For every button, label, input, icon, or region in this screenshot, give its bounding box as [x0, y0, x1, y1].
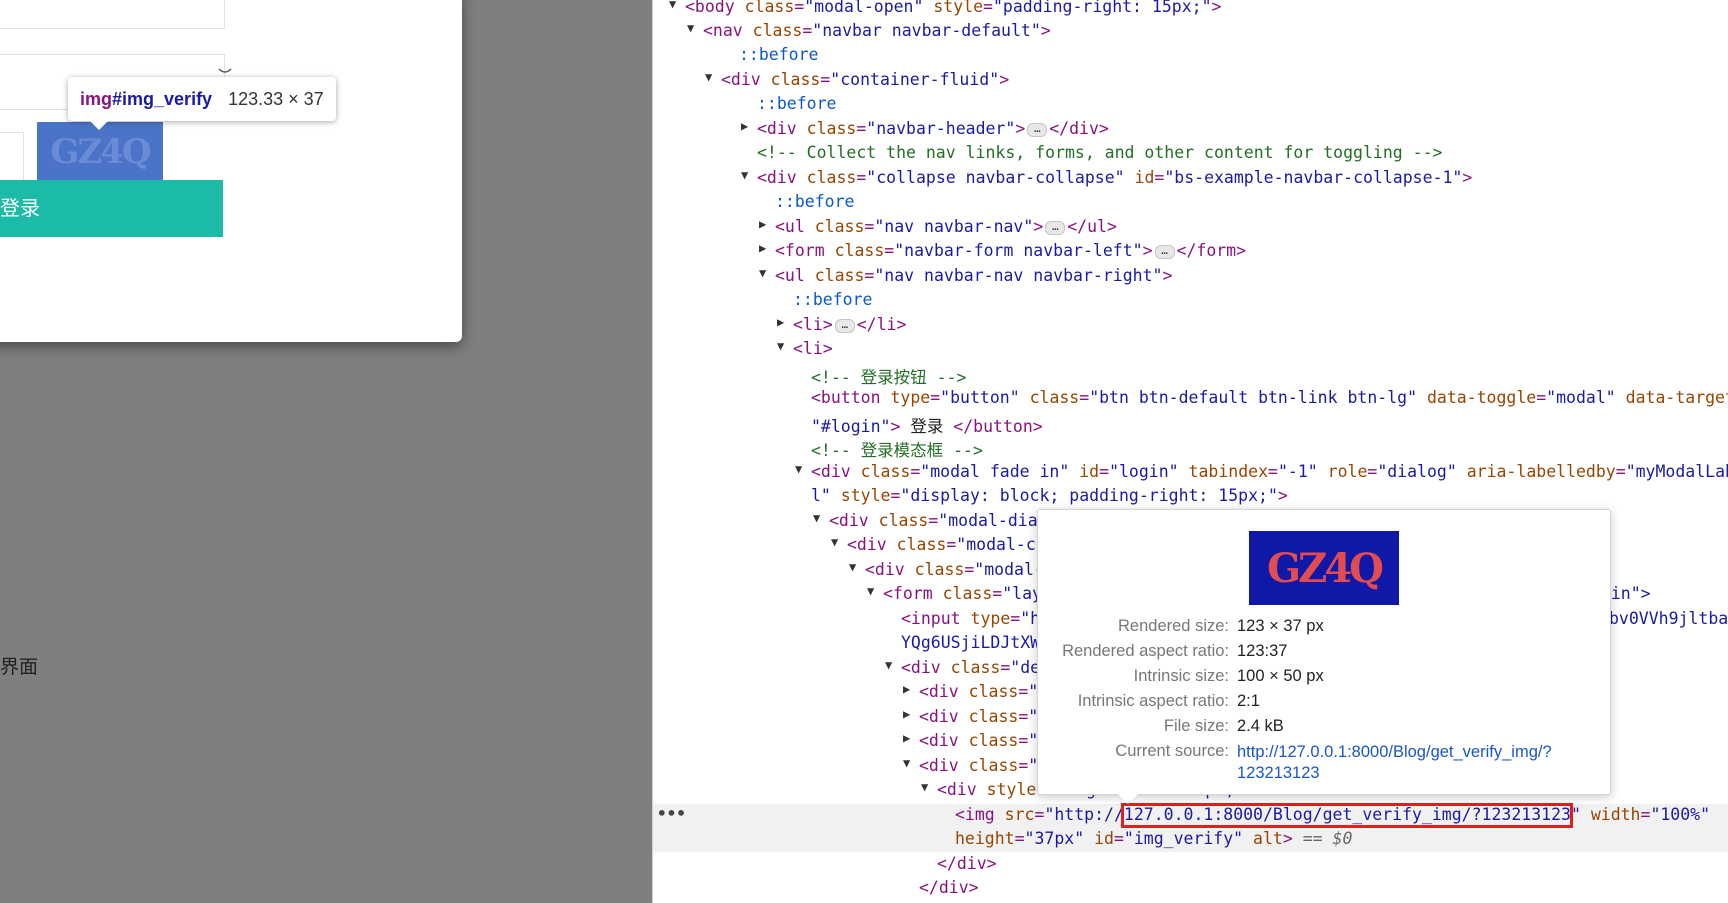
html-comment[interactable]: <!-- Collect the nav links, forms, and o… — [757, 143, 1442, 167]
collapse-arrow-icon[interactable]: ▼ — [867, 584, 874, 598]
dom-node-div[interactable]: ▶ <div class=" — [903, 707, 1038, 731]
dom-node-button[interactable]: <button type="button" class="btn btn-def… — [811, 388, 1728, 412]
dom-node-input-cont[interactable]: YQg6USjiLDJtXW — [901, 633, 1040, 657]
dom-node-input-tail: bv0VVh9jltbaG — [1609, 609, 1728, 628]
expand-arrow-icon[interactable]: ▶ — [777, 315, 784, 329]
dom-node-modal-content[interactable]: ▼ <div class="modal-c — [831, 535, 1036, 559]
expand-arrow-icon[interactable]: ▶ — [903, 682, 910, 696]
collapse-arrow-icon[interactable]: ▼ — [777, 339, 784, 353]
collapse-arrow-icon[interactable]: ▼ — [885, 658, 892, 672]
dom-node-div-de[interactable]: ▼ <div class="de — [885, 658, 1040, 682]
dom-node-navbar-collapse[interactable]: ▼ <div class="collapse navbar-collapse" … — [741, 168, 1472, 192]
dom-node-modal-dialog[interactable]: ▼ <div class="modal-dia — [813, 511, 1038, 535]
expand-arrow-icon[interactable]: ▶ — [903, 731, 910, 745]
dom-node-container-fluid[interactable]: ▼ <div class="container-fluid"> — [705, 70, 1009, 94]
html-comment[interactable]: <!-- 登录按钮 --> — [811, 364, 966, 388]
collapsed-content-ellipsis[interactable]: … — [1027, 122, 1048, 137]
popup-row: Intrinsic size: 100 × 50 px — [1133, 667, 1324, 685]
dom-node-modal-body[interactable]: ▼ <div class="modal- — [849, 560, 1044, 584]
page-side-text: 界面 — [0, 656, 39, 678]
popup-row: Rendered aspect ratio: 123:37 — [1062, 642, 1288, 660]
tooltip-size: 123.33 × 37 — [228, 88, 324, 109]
collapse-arrow-icon[interactable]: ▼ — [813, 511, 820, 525]
element-inspect-tooltip: img #img_verify 123.33 × 37 — [68, 77, 336, 130]
expand-arrow-icon[interactable]: ▶ — [759, 217, 766, 231]
pseudo-before[interactable]: ::before — [775, 192, 854, 216]
expand-arrow-icon[interactable]: ▶ — [741, 119, 748, 133]
popup-row: Intrinsic aspect ratio: 2:1 — [1077, 692, 1260, 710]
collapse-arrow-icon[interactable]: ▼ — [795, 462, 802, 476]
dom-node-div[interactable]: ▼ <div class=" — [903, 756, 1038, 780]
tooltip-tag: img — [80, 88, 113, 109]
collapse-arrow-icon[interactable]: ▼ — [705, 70, 712, 84]
html-comment[interactable]: <!-- 登录模态框 --> — [811, 437, 983, 461]
pseudo-before[interactable]: ::before — [793, 290, 872, 314]
dom-node-li[interactable]: ▼ <li> — [777, 339, 833, 363]
dom-node-button-cont[interactable]: "#login"> 登录 </button> — [811, 413, 1043, 437]
expand-arrow-icon[interactable]: ▶ — [903, 707, 910, 721]
dom-node-form-navbar-left[interactable]: ▶ <form class="navbar-form navbar-left">… — [759, 241, 1246, 265]
current-source-link[interactable]: http://127.0.0.1:8000/Blog/get_verify_im… — [1237, 742, 1597, 784]
dom-node-modal-login[interactable]: ▼ <div class="modal fade in" id="login" … — [795, 462, 1728, 486]
popup-row: File size: 2.4 kB — [1163, 717, 1284, 735]
eye-off-icon[interactable] — [218, 66, 232, 76]
dom-node-close-div[interactable]: </div> — [937, 854, 997, 878]
collapse-arrow-icon[interactable]: ▼ — [687, 21, 694, 35]
dom-node-li[interactable]: ▶ <li>… </li> — [777, 315, 906, 339]
dom-node-nav[interactable]: ▼ <nav class="navbar navbar-default"> — [687, 21, 1051, 45]
collapsed-content-ellipsis[interactable]: … — [1154, 244, 1175, 259]
dom-node-input-hidden[interactable]: <input type="h — [901, 609, 1040, 633]
collapsed-content-ellipsis[interactable]: … — [1045, 220, 1066, 235]
popup-row: Current source: http://127.0.0.1:8000/Blo… — [1038, 742, 1610, 782]
dom-node-ul-navbar-right[interactable]: ▼ <ul class="nav navbar-nav navbar-right… — [759, 266, 1172, 290]
pseudo-before[interactable]: ::before — [739, 45, 818, 69]
login-modal: GZ4Q 登录 — [0, 0, 462, 342]
captcha-image[interactable]: GZ4Q — [37, 122, 163, 182]
expand-arrow-icon[interactable]: ▶ — [759, 241, 766, 255]
collapse-arrow-icon[interactable]: ▼ — [849, 560, 856, 574]
dom-node-close-div[interactable]: </div> — [919, 878, 979, 902]
collapse-arrow-icon[interactable]: ▼ — [903, 756, 910, 770]
collapse-arrow-icon[interactable]: ▼ — [741, 168, 748, 182]
username-input[interactable] — [0, 0, 225, 29]
popup-image-preview: GZ4Q — [1249, 531, 1399, 605]
dom-node-modal-login-cont[interactable]: l" style="display: block; padding-right:… — [811, 486, 1288, 510]
captcha-text: GZ4Q — [50, 132, 151, 172]
dom-node-div[interactable]: ▶ <div class=" — [903, 682, 1038, 706]
dom-node-ul-navbar-nav[interactable]: ▶ <ul class="nav navbar-nav">… </ul> — [759, 217, 1117, 241]
popup-image-text: GZ4Q — [1266, 544, 1384, 592]
page-viewport: GZ4Q 登录 img #img_verify 123.33 × 37 界面 — [0, 0, 652, 903]
collapsed-content-ellipsis[interactable]: … — [834, 318, 855, 333]
dom-node-form[interactable]: ▼ <form class="lay — [867, 584, 1042, 608]
row-menu-button[interactable]: ••• — [657, 804, 686, 823]
image-preview-popup: GZ4Q Rendered size: 123 × 37 px Rendered … — [1037, 509, 1611, 804]
dom-node-navbar-header[interactable]: ▶ <div class="navbar-header">… </div> — [741, 119, 1109, 143]
dom-node-div[interactable]: ▶ <div class=" — [903, 731, 1038, 755]
pseudo-before[interactable]: ::before — [757, 94, 836, 118]
tooltip-id: #img_verify — [112, 88, 213, 109]
dom-node-body[interactable]: ▼ <body class="modal-open" style="paddin… — [669, 0, 1221, 21]
collapse-arrow-icon[interactable]: ▼ — [759, 266, 766, 280]
collapse-arrow-icon[interactable]: ▼ — [669, 0, 676, 11]
collapse-arrow-icon[interactable]: ▼ — [831, 535, 838, 549]
red-highlight-box — [1121, 803, 1573, 828]
devtools-elements-panel: ••• ▼ <body class="modal-open" style="pa… — [652, 0, 1728, 903]
popup-row: Rendered size: 123 × 37 px — [1118, 617, 1324, 635]
login-button[interactable]: 登录 — [0, 180, 223, 237]
collapse-arrow-icon[interactable]: ▼ — [921, 780, 928, 794]
dom-node-img-verify-cont[interactable]: height="37px" id="img_verify" alt> == $0 — [955, 829, 1352, 853]
